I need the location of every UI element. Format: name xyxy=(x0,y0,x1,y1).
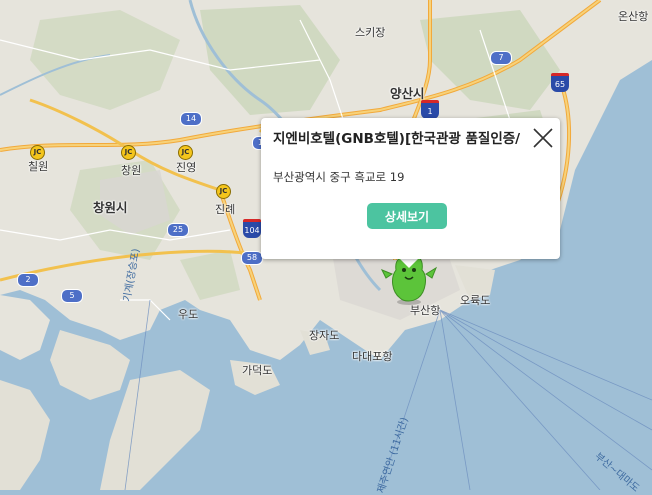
jangjado-label: 장자도 xyxy=(309,329,340,342)
place-popup: 지엔비호텔(GNB호텔)[한국관광 품질인증/ 부산광역시 중구 흑교로 19 … xyxy=(261,118,560,259)
popup-title: 지엔비호텔(GNB호텔)[한국관광 품질인증/ xyxy=(273,131,521,147)
popup-address: 부산광역시 중구 흑교로 19 xyxy=(273,170,405,184)
junction-badge: JC xyxy=(216,184,231,199)
udo-label: 우도 xyxy=(178,308,199,321)
changwon-city-label: 창원시 xyxy=(93,200,128,215)
junction-badge: JC xyxy=(121,145,136,160)
popup-tail xyxy=(399,258,419,268)
yangsan-city-label: 양산시 xyxy=(390,86,425,101)
gadeokdo-label: 가덕도 xyxy=(242,364,273,377)
highway-shield: 104 xyxy=(243,219,261,238)
chilwon-label: 칠원 xyxy=(28,160,49,173)
route-number: 25 xyxy=(167,223,189,237)
jinrye-label: 진례 xyxy=(215,203,236,216)
junction-badge: JC xyxy=(178,145,193,160)
detail-button[interactable]: 상세보기 xyxy=(367,203,447,229)
junction-badge: JC xyxy=(30,145,45,160)
close-icon[interactable] xyxy=(531,126,555,150)
changwon-jc-label: 창원 xyxy=(121,164,142,177)
route-number: 2 xyxy=(17,273,39,287)
ski-resort-label: 스키장 xyxy=(355,26,386,39)
dadaepo-port-label: 다대포항 xyxy=(352,350,393,363)
highway-shield: 1 xyxy=(421,100,439,119)
route-number: 58 xyxy=(241,251,263,265)
route-number: 14 xyxy=(180,112,202,126)
oryukdo-label: 오륙도 xyxy=(460,294,491,307)
route-number: 7 xyxy=(490,51,512,65)
route-number: 5 xyxy=(61,289,83,303)
jinyeong-label: 진영 xyxy=(176,161,197,174)
highway-shield: 65 xyxy=(551,73,569,92)
onsan-port-label: 온산항 xyxy=(618,10,649,23)
